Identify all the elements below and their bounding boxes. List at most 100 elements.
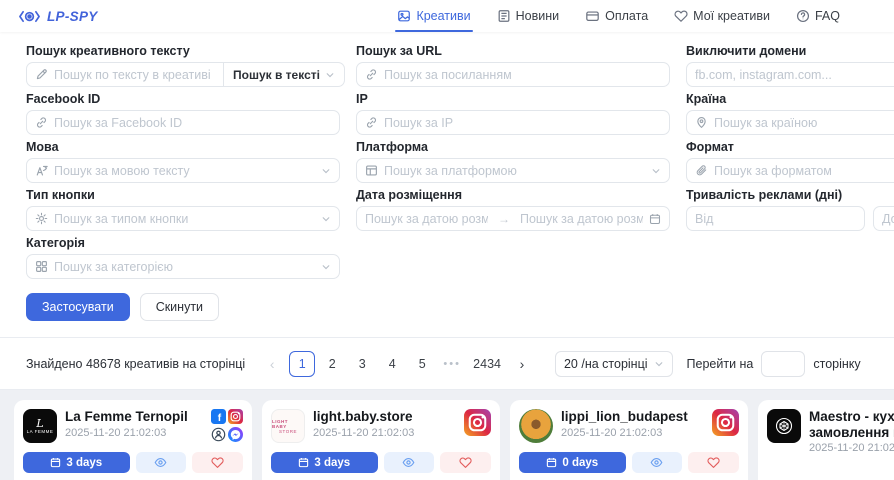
language-select[interactable] (26, 158, 340, 183)
creative-card[interactable]: L LA FEMME La Femme Ternopil 2025-11-20 … (14, 400, 252, 480)
facebook-icon: f (211, 409, 226, 425)
filter-panel: Пошук креативного тексту Пошук в тексті (0, 32, 894, 338)
nav-label: Мої креативи (693, 9, 770, 23)
view-button[interactable] (632, 452, 683, 473)
nav-tab-news[interactable]: Новини (497, 0, 560, 32)
view-button[interactable] (384, 452, 435, 473)
layout-icon (365, 164, 378, 177)
page-size-select[interactable]: 20 /на сторінці (555, 351, 673, 377)
location-pin-icon (695, 116, 708, 129)
pagination-page-last[interactable]: 2434 (469, 351, 505, 377)
messenger-icon (228, 427, 243, 443)
calendar-icon (50, 457, 61, 468)
apply-button[interactable]: Застосувати (26, 293, 130, 321)
days-button[interactable]: 3 days (23, 452, 130, 473)
nav-tab-creatives[interactable]: Креативи (397, 0, 470, 32)
text-search-mode-select[interactable]: Пошук в тексті (224, 62, 345, 87)
field-label: Країна (686, 92, 894, 106)
reset-button[interactable]: Скинути (140, 293, 219, 321)
facebook-id-input[interactable] (54, 116, 331, 130)
results-area: L LA FEMME La Femme Ternopil 2025-11-20 … (0, 390, 894, 480)
date-from-input[interactable] (365, 212, 488, 226)
date-to-input[interactable] (520, 212, 643, 226)
main-nav: Креативи Новини Оплата (397, 0, 840, 32)
pagination-page-4[interactable]: 4 (379, 351, 405, 377)
field-label: Мова (26, 140, 340, 154)
duration-to-input[interactable] (882, 212, 894, 226)
pagination-page-2[interactable]: 2 (319, 351, 345, 377)
field-url: Пошук за URL (356, 44, 670, 87)
favorite-button[interactable] (440, 452, 491, 473)
image-icon (397, 9, 411, 23)
country-input[interactable] (714, 116, 894, 130)
results-bar: Знайдено 48678 креативів на сторінці ‹ 1… (0, 338, 894, 390)
favorite-button[interactable] (192, 452, 243, 473)
avatar (519, 409, 553, 443)
pagination-page-5[interactable]: 5 (409, 351, 435, 377)
svg-text:f: f (218, 413, 222, 424)
days-button[interactable]: 0 days (519, 452, 626, 473)
view-button[interactable] (136, 452, 187, 473)
gear-icon (35, 212, 48, 225)
field-placement-date: Дата розміщення → (356, 188, 670, 231)
language-input[interactable] (54, 164, 315, 178)
field-label: Facebook ID (26, 92, 340, 106)
nav-tab-faq[interactable]: FAQ (796, 0, 840, 32)
pagination-next-button[interactable]: › (509, 351, 535, 377)
card-date: 2025-11-20 21:02:03 (561, 427, 704, 439)
creative-card[interactable]: lippi_lion_budapest 2025-11-20 21:02:03 … (510, 400, 748, 480)
pagination-page-1[interactable]: 1 (289, 351, 315, 377)
nav-tab-payment[interactable]: Оплата (585, 0, 648, 32)
pagination-ellipsis[interactable]: ••• (439, 351, 465, 377)
ip-input[interactable] (384, 116, 661, 130)
placement-date-range-picker[interactable]: → (356, 206, 670, 231)
url-input[interactable] (384, 68, 661, 82)
field-format: Формат (686, 140, 894, 183)
pagination-prev-button[interactable]: ‹ (259, 351, 285, 377)
credit-card-icon (585, 9, 600, 23)
category-select[interactable] (26, 254, 340, 279)
button-type-input[interactable] (54, 212, 315, 226)
field-label: Тривалість реклами (дні) (686, 188, 894, 202)
avatar: LIGHT BABY STORE (271, 409, 305, 443)
button-type-select[interactable] (26, 206, 340, 231)
text-search-input[interactable] (54, 68, 215, 82)
field-category: Категорія (26, 236, 340, 279)
goto-page: Перейти на сторінку (687, 351, 861, 377)
nav-tab-my-creatives[interactable]: Мої креативи (674, 0, 770, 32)
instagram-icon (712, 409, 739, 436)
exclude-domains-input[interactable] (695, 68, 894, 82)
network-badges (464, 409, 491, 443)
duration-from-input[interactable] (695, 212, 856, 226)
platform-input[interactable] (384, 164, 645, 178)
chevron-down-icon (321, 166, 331, 176)
calendar-icon (546, 457, 557, 468)
format-select[interactable] (686, 158, 894, 183)
logo[interactable]: LP-SPY (18, 9, 98, 24)
grid-icon (35, 260, 48, 273)
audience-network-icon (211, 427, 226, 443)
logo-text: LP-SPY (47, 9, 98, 24)
pagination: ‹ 1 2 3 4 5 ••• 2434 › (259, 351, 535, 377)
news-icon (497, 9, 511, 23)
field-label: Дата розміщення (356, 188, 670, 202)
goto-prefix: Перейти на (687, 357, 754, 371)
goto-suffix: сторінку (813, 357, 860, 371)
platform-select[interactable] (356, 158, 670, 183)
card-date: 2025-11-20 21:02:03 (313, 427, 456, 439)
link-icon (35, 116, 48, 129)
pagination-page-3[interactable]: 3 (349, 351, 375, 377)
days-button[interactable]: 3 days (271, 452, 378, 473)
category-input[interactable] (54, 260, 315, 274)
format-input[interactable] (714, 164, 894, 178)
creative-card[interactable]: LIGHT BABY STORE light.baby.store 2025-1… (262, 400, 500, 480)
goto-page-input[interactable] (761, 351, 805, 377)
chevron-down-icon (651, 166, 661, 176)
text-search-input-wrap (26, 62, 224, 87)
nav-label: Оплата (605, 9, 648, 23)
card-date: 2025-11-20 21:02:03 (65, 427, 203, 439)
favorite-button[interactable] (688, 452, 739, 473)
creative-card[interactable]: Maestro - кухні, меблі на замовлення в У… (758, 400, 894, 480)
translate-icon (35, 164, 48, 177)
chevron-down-icon (325, 70, 335, 80)
